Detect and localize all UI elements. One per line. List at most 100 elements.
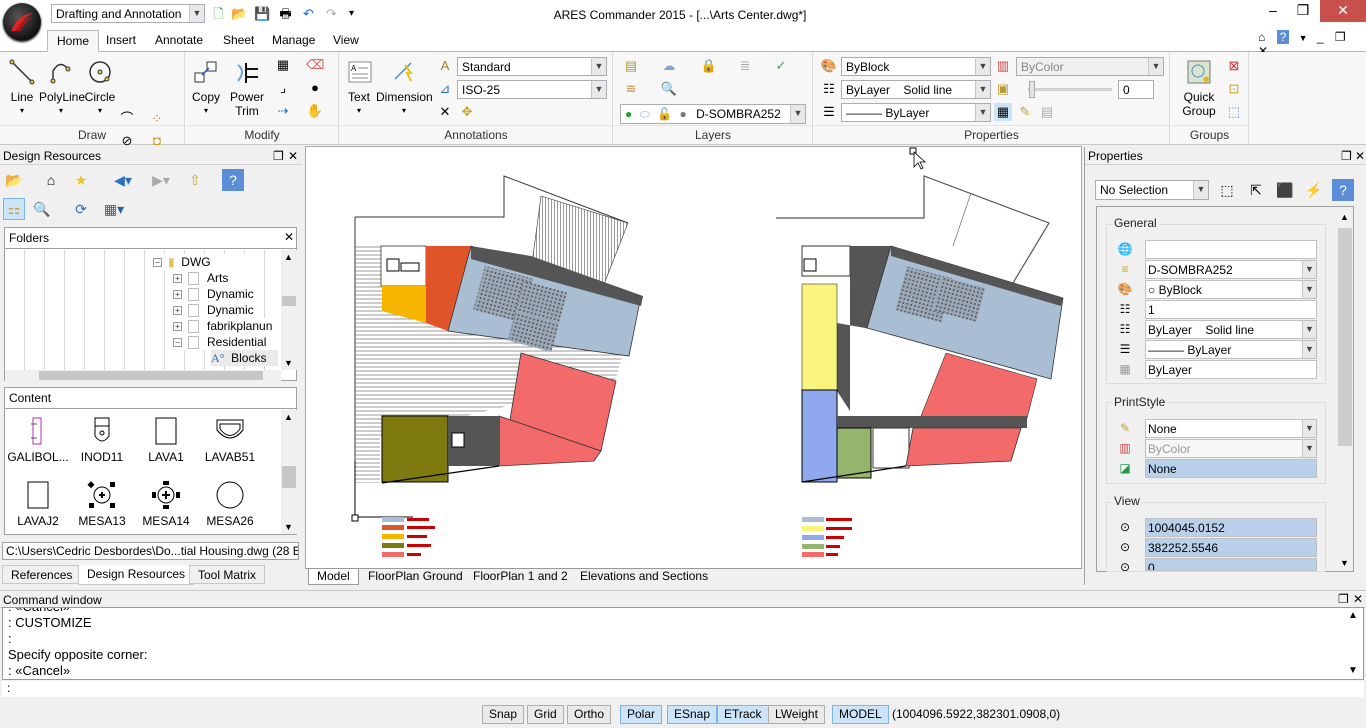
pickadd-icon[interactable]: ⬛: [1274, 179, 1296, 201]
select-objects-icon[interactable]: ⇱: [1245, 179, 1267, 201]
block-item[interactable]: MESA26: [199, 480, 261, 528]
block-item[interactable]: MESA13: [71, 480, 133, 528]
open-file-icon[interactable]: 📂: [231, 5, 248, 22]
group-select-icon[interactable]: ⬚: [1225, 103, 1243, 121]
redo-icon[interactable]: ↷: [323, 5, 340, 22]
selection-select[interactable]: No Selection ▼: [1095, 180, 1209, 200]
quick-group-button[interactable]: ✸ Quick Group: [1177, 56, 1221, 118]
printstyle-select[interactable]: ByColor ▼: [1016, 57, 1164, 76]
layer-lock-icon[interactable]: 🔒: [700, 57, 718, 75]
linetype-select[interactable]: ByLayer Solid line ▼: [841, 80, 991, 99]
tab-tool-matrix[interactable]: Tool Matrix: [189, 565, 266, 584]
toggle-pickadd-icon[interactable]: ⚡: [1303, 179, 1325, 201]
circle-button[interactable]: Circle ▾: [84, 56, 116, 118]
edit-group-icon[interactable]: ⊡: [1225, 80, 1243, 98]
block-item[interactable]: MESA14: [135, 480, 197, 528]
stretch-icon[interactable]: ⇢: [274, 102, 292, 120]
doc-restore-icon[interactable]: ❐: [1335, 30, 1346, 44]
scroll-down-icon[interactable]: ▼: [1348, 665, 1358, 676]
tree-item[interactable]: + Dynamic: [173, 302, 264, 318]
views-icon[interactable]: ▦▾: [99, 198, 129, 220]
tab-home[interactable]: Home: [47, 30, 100, 52]
minimize-ribbon-icon[interactable]: ⌂: [1258, 30, 1265, 44]
grid-toggle[interactable]: Grid: [527, 705, 564, 724]
tab-insert[interactable]: Insert: [97, 30, 145, 52]
tree-item[interactable]: + fabrikplanun: [173, 318, 273, 334]
color-select[interactable]: ByBlock ▼: [841, 57, 991, 76]
layer-field[interactable]: D-SOMBRA252 ▼: [1145, 260, 1317, 279]
close-icon[interactable]: ✕: [1353, 592, 1363, 606]
copy-button[interactable]: Copy ▾: [190, 56, 222, 118]
home-icon[interactable]: ⌂: [40, 169, 62, 191]
snap-toggle[interactable]: Snap: [482, 705, 525, 724]
app-menu-button[interactable]: [3, 3, 41, 41]
edit-tools-icon[interactable]: ✋: [306, 102, 324, 120]
layer-manager-icon[interactable]: ▤: [622, 57, 640, 75]
transparency-input[interactable]: 0: [1118, 80, 1154, 99]
polyline-button[interactable]: PolyLine ▾: [39, 56, 85, 118]
fillet-icon[interactable]: ⌟: [274, 79, 292, 97]
pattern-icon[interactable]: ▦: [274, 56, 292, 74]
layer-select[interactable]: ● ⬭ 🔓 ● D-SOMBRA252 ▼: [620, 104, 806, 124]
layer-match-icon[interactable]: ≋: [622, 80, 640, 98]
minimize-icon[interactable]: –: [1258, 0, 1288, 22]
model-toggle[interactable]: MODEL: [832, 705, 889, 724]
lweight-toggle[interactable]: LWeight: [768, 705, 825, 724]
command-input[interactable]: :: [2, 681, 1364, 697]
tab-references[interactable]: References: [2, 565, 82, 584]
lineweight-select[interactable]: ——— ByLayer ▼: [841, 103, 991, 122]
help-dropdown-icon[interactable]: ▼: [1299, 33, 1308, 43]
list-icon[interactable]: ▤: [1038, 103, 1056, 121]
printstyle-field[interactable]: None ▼: [1145, 419, 1317, 438]
float-icon[interactable]: ❐: [1338, 592, 1349, 606]
tab-annotate[interactable]: Annotate: [146, 30, 212, 52]
tab-model[interactable]: Model: [308, 569, 359, 585]
dimension-button[interactable]: Dimension ▾: [376, 56, 433, 118]
close-folders-icon[interactable]: ✕: [284, 230, 294, 244]
quick-select-icon[interactable]: ⬚: [1216, 179, 1238, 201]
ungroup-icon[interactable]: ⊠: [1225, 57, 1243, 75]
tab-view[interactable]: View: [324, 30, 368, 52]
restore-icon[interactable]: ❐: [1288, 0, 1318, 22]
block-item[interactable]: INOD11: [71, 416, 133, 464]
power-trim-button[interactable]: Power Trim: [228, 56, 266, 118]
polar-toggle[interactable]: Polar: [620, 705, 663, 724]
linetype-scale-field[interactable]: 1: [1145, 300, 1317, 319]
match-properties-icon[interactable]: ✎: [1016, 103, 1034, 121]
tab-manage[interactable]: Manage: [263, 30, 324, 52]
undo-icon[interactable]: ↶: [300, 5, 317, 22]
new-file-icon[interactable]: 🗋: [210, 5, 227, 22]
tab-sheet[interactable]: Sheet: [214, 30, 263, 52]
tab-floorplan-ground[interactable]: FloorPlan Ground: [360, 569, 471, 585]
tree-item-dwg[interactable]: − ▮ DWG: [153, 254, 251, 270]
favorites-icon[interactable]: ★: [70, 169, 92, 191]
refresh-icon[interactable]: ⟳: [70, 198, 92, 220]
drawing-canvas[interactable]: [305, 146, 1082, 569]
transparency-field[interactable]: ByLayer: [1145, 360, 1317, 379]
float-icon[interactable]: ❐: [273, 149, 284, 163]
layer-states-icon[interactable]: ☁: [660, 57, 678, 75]
slider-thumb[interactable]: [1029, 81, 1035, 98]
tree-item[interactable]: + Dynamic: [173, 286, 264, 302]
close-icon[interactable]: ✕: [1320, 0, 1366, 22]
lineweight-field[interactable]: ——— ByLayer ▼: [1145, 340, 1317, 359]
scroll-up-icon[interactable]: ▲: [1348, 610, 1358, 621]
printstyle-attached-field[interactable]: None: [1145, 459, 1317, 478]
tab-floorplan-1-2[interactable]: FloorPlan 1 and 2: [465, 569, 576, 585]
center-y-field[interactable]: 382252.5546: [1145, 538, 1317, 557]
block-item[interactable]: GALIBOL...: [7, 416, 69, 464]
close-icon[interactable]: ✕: [288, 149, 298, 163]
help-icon[interactable]: ?: [222, 169, 244, 191]
content-vscroll[interactable]: ▲ ▼: [281, 410, 297, 534]
tree-item[interactable]: − Residential: [173, 334, 267, 350]
customize-quick-access-icon[interactable]: ▾: [343, 5, 360, 22]
tree-item-blocks[interactable]: A° Blocks: [211, 350, 279, 366]
line-button[interactable]: Line ▾: [6, 56, 38, 118]
close-icon[interactable]: ✕: [1355, 149, 1365, 163]
center-z-field[interactable]: 0: [1145, 558, 1317, 571]
properties-vscroll[interactable]: ▲ ▼: [1337, 208, 1353, 570]
open-folder-icon[interactable]: 📂: [3, 169, 25, 191]
workspace-select[interactable]: Drafting and Annotation ▼: [51, 4, 205, 23]
tab-design-resources[interactable]: Design Resources: [78, 565, 195, 585]
block-item[interactable]: LAVAB51: [199, 416, 261, 464]
